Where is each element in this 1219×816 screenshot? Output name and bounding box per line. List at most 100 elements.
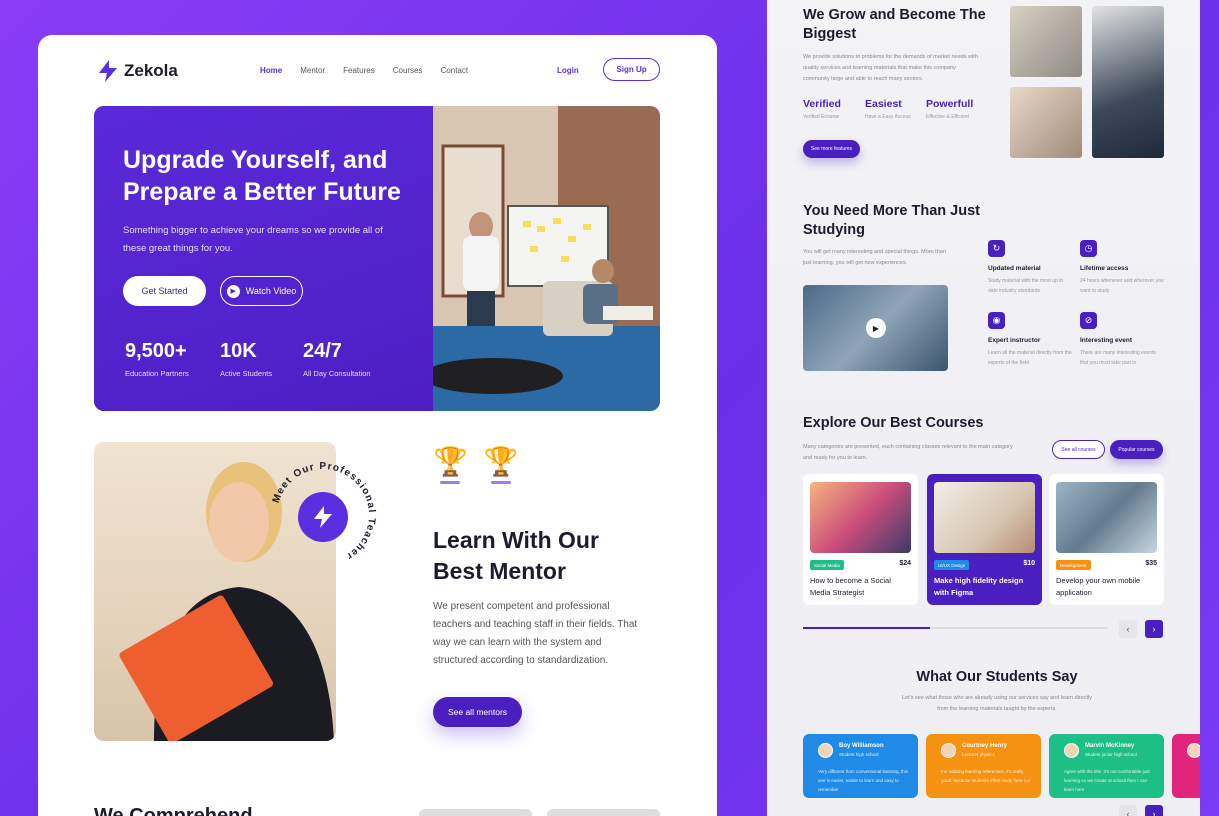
courses-section: Explore Our Best Courses Many categories… [803,414,1043,464]
brand-logo[interactable]: Zekola [98,60,178,82]
stat-label: Education Partners [125,369,189,378]
stat-education-partners: 9,500+ Education Partners [125,340,189,378]
testimonial-card: Courtney Henry Lecturer physics For util… [926,734,1041,798]
course-slider-progress [803,627,1108,629]
trophy-icon: 🏆 [484,445,519,484]
play-icon[interactable]: ▶ [866,318,886,338]
chevron-left-icon[interactable]: ‹ [1119,620,1137,638]
nav-item-home[interactable]: Home [260,66,282,75]
landing-page-panel: Zekola Home Mentor Features Courses Cont… [38,35,717,816]
testimonials-title: What Our Students Say [916,669,1078,685]
lightning-bolt-icon [99,60,117,82]
course-price: $35 [1145,560,1157,567]
benefit-title: Updated material [988,265,1041,272]
testimonial-card: Boy Williamson Student high school Very … [803,734,918,798]
benefit-title: Interesting event [1080,337,1133,344]
feature-title: Verified [803,98,841,110]
chevron-right-icon[interactable]: › [1145,620,1163,638]
refresh-icon: ↻ [988,240,1005,257]
testimonial-text: Agree with the title. It's not comfortab… [1064,769,1150,792]
testimonial-text: For utilizing learning references, it's … [941,769,1030,783]
stat-consultation: 24/7 All Day Consultation [303,340,371,378]
grow-photo [1010,87,1082,158]
course-card[interactable]: Social Media $24 How to become a Social … [803,474,918,605]
feature-title: Easiest [865,98,902,110]
nav-item-mentor[interactable]: Mentor [300,66,325,75]
next-section-title: We Comprehend [94,805,253,816]
course-image [1056,482,1157,553]
benefit-updated-material: ↻ Updated material Study material with t… [988,240,1073,296]
nav-item-courses[interactable]: Courses [393,66,423,75]
benefit-lifetime-access: ◷ Lifetime access 24 hours whenever and … [1080,240,1165,296]
chevron-left-icon[interactable]: ‹ [1119,805,1137,816]
benefit-title: Expert instructor [988,337,1041,344]
hero-subtitle: Something bigger to achieve your dreams … [123,225,383,254]
stat-label: All Day Consultation [303,369,371,378]
popular-courses-button[interactable]: Popular courses [1110,440,1163,459]
benefit-text: Study material with the most up to date … [988,278,1064,294]
need-title: You Need More Than Just Studying [803,203,980,238]
feature-verified: Verified Verified Ecourse [803,98,841,120]
feature-title: Powerfull [926,98,974,110]
testimonials-description: Let's see what those who are already usi… [902,695,1092,712]
mentor-description: We present competent and professional te… [433,601,638,666]
get-started-button[interactable]: Get Started [123,276,206,306]
feature-subtitle: Have a Easy Access [865,114,911,120]
signup-button[interactable]: Sign Up [603,58,660,81]
avatar [1187,743,1200,758]
stat-value: 10K [220,340,257,362]
avatar [941,743,956,758]
course-price: $24 [899,560,911,567]
grow-photo [1092,6,1164,158]
courses-description: Many categories are presented, each cont… [803,444,1013,461]
benefit-text: There are many interesting events that y… [1080,350,1156,366]
nav-item-features[interactable]: Features [343,66,375,75]
watch-video-button[interactable]: ▶ Watch Video [220,276,303,306]
hero-content: Upgrade Yourself, and Prepare a Better F… [94,106,433,411]
course-image [810,482,911,553]
testimonials-section: What Our Students Say Let's see what tho… [897,668,1097,715]
testimonial-role: Student junior high school [1085,752,1137,757]
see-all-mentors-button[interactable]: See all mentors [433,697,522,727]
study-video[interactable]: ▶ [803,285,948,371]
play-icon: ▶ [226,284,240,298]
course-image [934,482,1035,553]
stat-value: 9,500+ [125,340,187,362]
grow-title: We Grow and Become The Biggest [803,7,986,42]
next-section-image [419,809,532,816]
see-more-features-button[interactable]: See more features [803,140,860,158]
landing-page-panel-continued: We Grow and Become The Biggest We provid… [767,0,1200,816]
trophy-icon: 🏆 [433,445,468,484]
benefit-expert-instructor: ◉ Expert instructor Learn all the materi… [988,312,1073,368]
avatar [1064,743,1079,758]
course-card[interactable]: Development $35 Develop your own mobile … [1049,474,1164,605]
testimonial-role: Student high school [839,752,879,757]
course-price: $10 [1023,560,1035,567]
grow-section: We Grow and Become The Biggest We provid… [803,6,993,85]
hero-banner: Upgrade Yourself, and Prepare a Better F… [94,106,660,411]
nav-item-contact[interactable]: Contact [441,66,469,75]
stat-label: Active Students [220,369,273,378]
testimonial-card-partial [1172,734,1200,798]
brand-name: Zekola [124,61,178,80]
office-scene-illustration [423,106,660,411]
trophies: 🏆 🏆 [433,445,519,484]
login-link[interactable]: Login [557,66,579,75]
chevron-right-icon[interactable]: › [1145,805,1163,816]
stat-value: 24/7 [303,340,342,362]
next-section-image [547,809,660,816]
benefit-text: Learn all the material directly from the… [988,350,1072,366]
feature-easiest: Easiest Have a Easy Access [865,98,911,120]
see-all-courses-button[interactable]: See all courses [1052,440,1105,459]
course-title: Develop your own mobile application [1056,576,1141,597]
grow-description: We provide solutions to problems for the… [803,54,978,82]
course-tag: Development [1056,560,1091,570]
badge-circle [298,492,348,542]
testimonial-name: Courtney Henry [962,743,1008,749]
testimonial-card: Marvin McKinney Student junior high scho… [1049,734,1164,798]
watch-video-label: Watch Video [245,286,297,296]
nav-menu: Home Mentor Features Courses Contact [260,66,468,75]
hero-title: Upgrade Yourself, and Prepare a Better F… [123,146,401,206]
feature-subtitle: Verified Ecourse [803,114,840,120]
course-card-selected[interactable]: UI/UX Design $10 Make high fidelity desi… [927,474,1042,605]
